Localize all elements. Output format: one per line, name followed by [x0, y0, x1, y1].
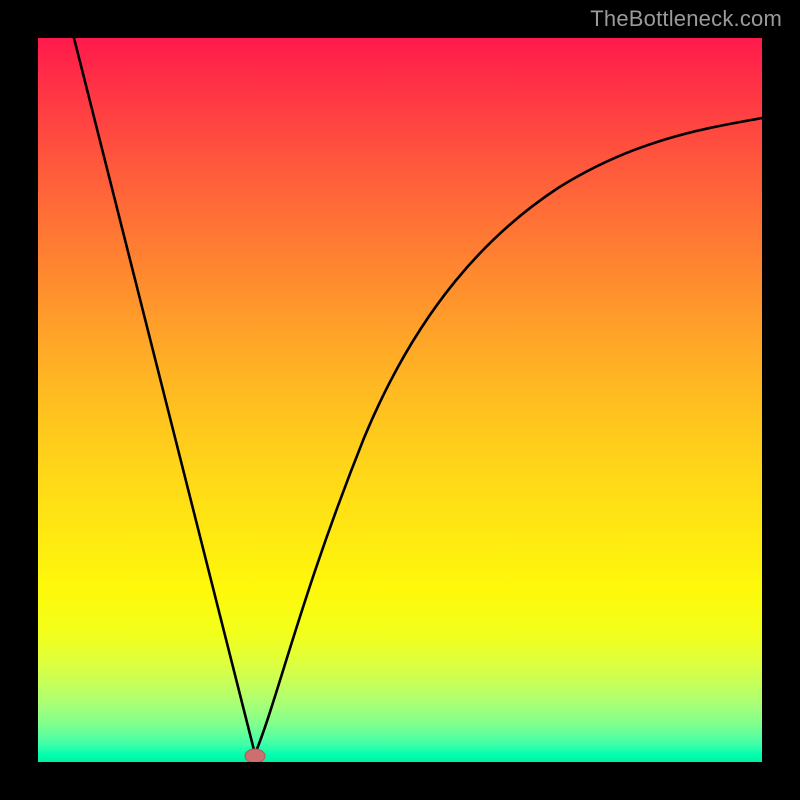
bottleneck-curve-left	[74, 38, 255, 754]
optimal-point-marker	[245, 749, 265, 762]
chart-svg	[38, 38, 762, 762]
chart-frame: TheBottleneck.com	[0, 0, 800, 800]
bottleneck-curve-right	[255, 118, 762, 754]
plot-area	[38, 38, 762, 762]
watermark-text: TheBottleneck.com	[590, 6, 782, 32]
